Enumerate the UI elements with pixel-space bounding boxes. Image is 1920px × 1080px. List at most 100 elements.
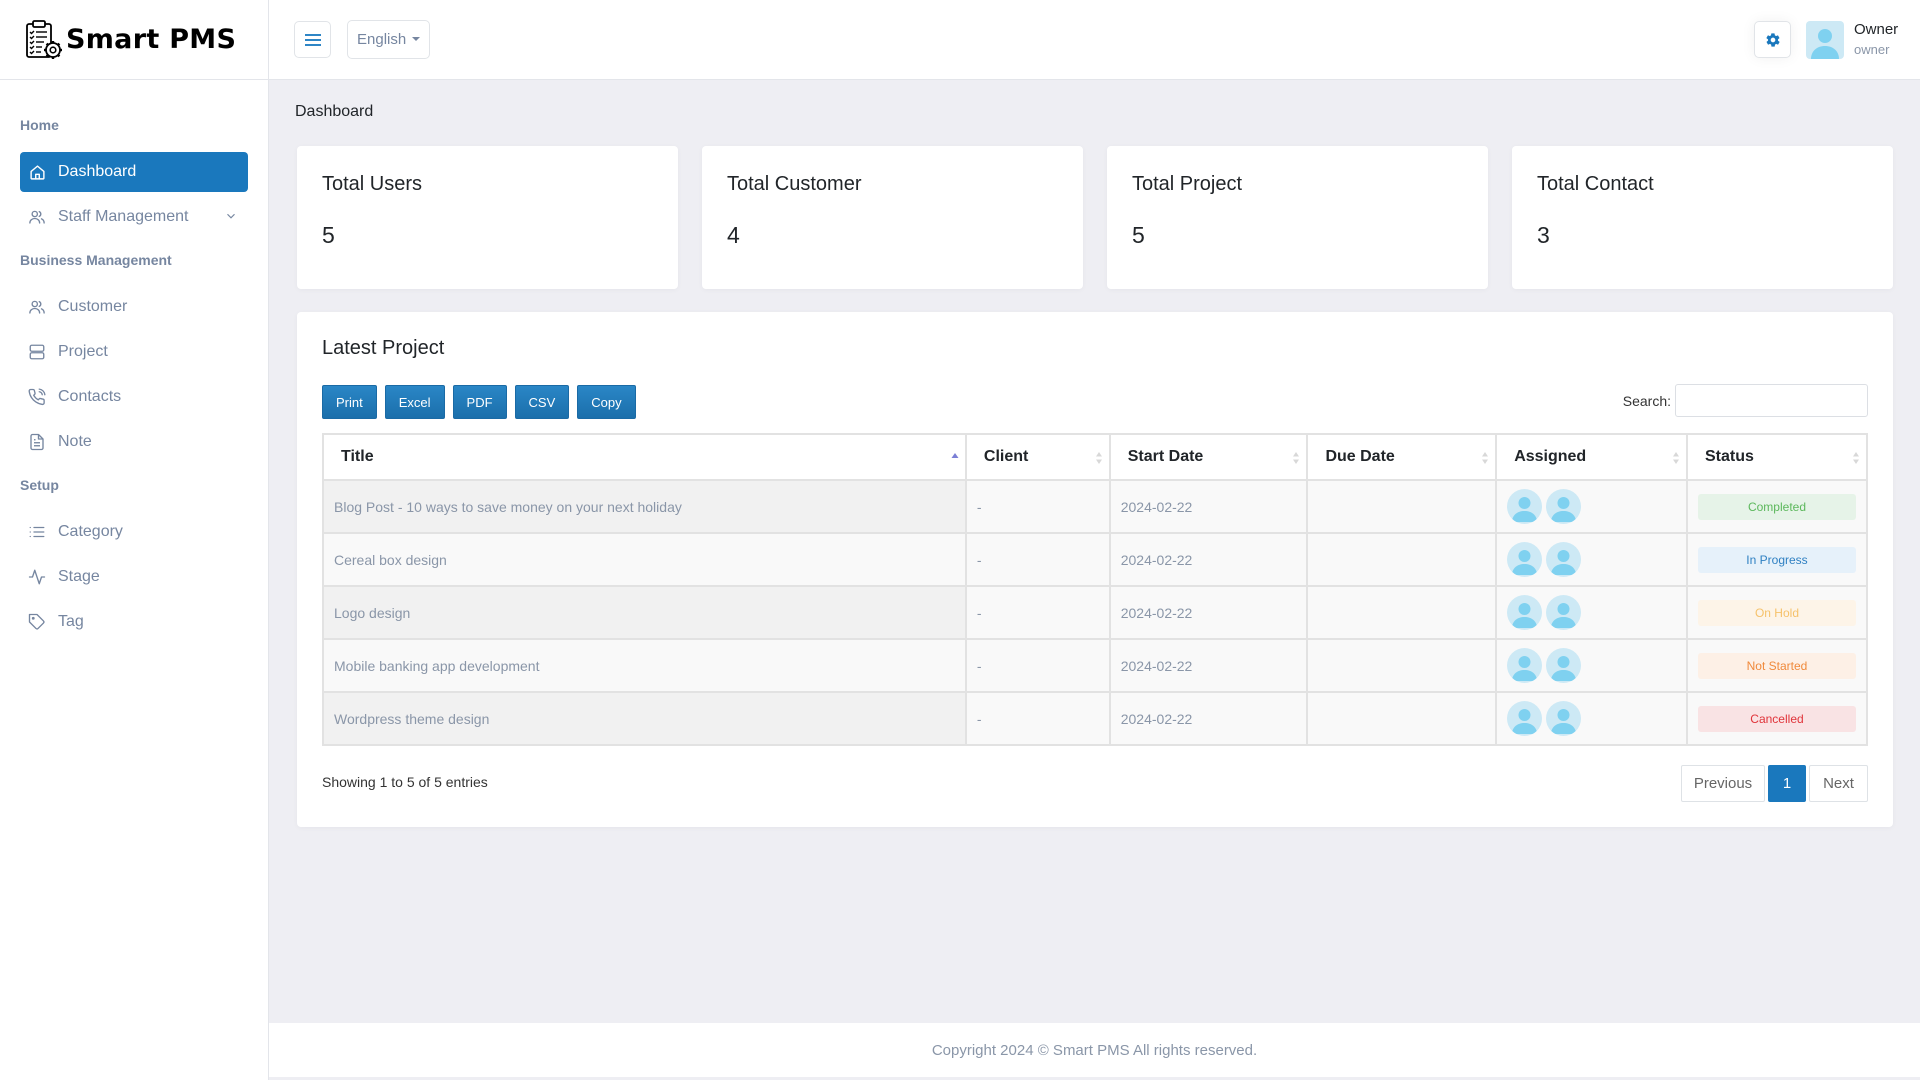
stat-label: Total Contact: [1537, 173, 1654, 195]
sidebar-item-contacts[interactable]: Contacts: [20, 377, 248, 417]
assignee-list: [1507, 542, 1686, 577]
sidebar: Smart PMS Home Dashboard Staff Managemen…: [0, 0, 269, 1080]
csv-button[interactable]: CSV: [514, 385, 570, 419]
pagination-previous[interactable]: Previous: [1681, 765, 1765, 802]
assignee-avatar[interactable]: [1546, 648, 1582, 683]
project-title[interactable]: Blog Post - 10 ways to save money on you…: [334, 499, 682, 515]
cell-due-date: [1306, 479, 1498, 534]
sidebar-item-note[interactable]: Note: [20, 422, 248, 462]
nav-section-setup: Setup: [20, 477, 59, 493]
status-badge: Completed: [1697, 493, 1856, 520]
stat-label: Total Customer: [727, 173, 862, 195]
cell-due-date: [1306, 691, 1498, 746]
search-input[interactable]: [1675, 384, 1868, 417]
table-row[interactable]: Cereal box design - 2024-02-22 In Progress: [322, 532, 1869, 587]
sidebar-item-project[interactable]: Project: [20, 332, 248, 372]
nav-section-business-management: Business Management: [20, 252, 172, 268]
column-label: Client: [983, 448, 1029, 465]
cell-title: Mobile banking app development: [322, 638, 967, 693]
sidebar-item-label: Category: [58, 523, 123, 540]
assignee-list: [1507, 648, 1686, 683]
assignee-avatar[interactable]: [1546, 701, 1582, 736]
assignee-avatar[interactable]: [1507, 595, 1543, 630]
cell-start-date: 2024-02-22: [1108, 638, 1309, 693]
sidebar-item-staff-management[interactable]: Staff Management: [20, 197, 248, 237]
sidebar-item-dashboard[interactable]: Dashboard: [20, 152, 248, 192]
copyright-text: Copyright 2024 © Smart PMS All rights re…: [931, 1041, 1258, 1059]
project-title[interactable]: Mobile banking app development: [334, 658, 539, 674]
cell-assigned: [1495, 479, 1688, 534]
sidebar-item-label: Note: [58, 433, 92, 450]
stat-value: 3: [1537, 222, 1550, 248]
cell-client: -: [964, 638, 1111, 693]
cell-due-date: [1306, 638, 1498, 693]
brand[interactable]: Smart PMS: [0, 0, 268, 80]
sort-both-icon: [1672, 452, 1679, 464]
panel-title: Latest Project: [322, 337, 445, 359]
user-avatar[interactable]: [1806, 21, 1844, 59]
print-button[interactable]: Print: [322, 385, 377, 419]
assignee-avatar[interactable]: [1507, 648, 1543, 683]
column-header-client[interactable]: Client: [964, 433, 1111, 481]
assignee-avatar[interactable]: [1546, 542, 1582, 577]
start-date-value: 2024-02-22: [1120, 604, 1193, 621]
cell-client: -: [964, 585, 1111, 640]
chevron-down-icon: [227, 213, 235, 219]
language-dropdown[interactable]: English: [347, 20, 430, 59]
stat-card-total-contact: Total Contact 3: [1512, 146, 1893, 289]
assignee-avatar[interactable]: [1546, 595, 1582, 630]
cell-start-date: 2024-02-22: [1108, 585, 1309, 640]
table-row[interactable]: Logo design - 2024-02-22 On Hold: [322, 585, 1869, 640]
stat-label: Total Project: [1132, 173, 1243, 195]
assignee-avatar[interactable]: [1507, 701, 1543, 736]
settings-button[interactable]: [1754, 21, 1791, 58]
project-title[interactable]: Wordpress theme design: [334, 711, 489, 727]
table-row[interactable]: Blog Post - 10 ways to save money on you…: [322, 479, 1869, 534]
stat-card-total-users: Total Users 5: [297, 146, 678, 289]
sidebar-toggle-button[interactable]: [294, 21, 331, 58]
column-label: Title: [341, 448, 374, 465]
top-header: English Owner owner: [269, 0, 1920, 80]
column-header-start-date[interactable]: Start Date: [1108, 433, 1309, 481]
assignee-avatar[interactable]: [1507, 489, 1543, 524]
project-title[interactable]: Cereal box design: [334, 552, 447, 568]
sidebar-item-tag[interactable]: Tag: [20, 602, 248, 642]
column-header-assigned[interactable]: Assigned: [1495, 433, 1688, 481]
column-header-due-date[interactable]: Due Date: [1306, 433, 1498, 481]
sidebar-item-customer[interactable]: Customer: [20, 287, 248, 327]
pagination: Previous 1 Next: [1681, 765, 1868, 802]
assignee-avatar[interactable]: [1507, 542, 1543, 577]
column-header-status[interactable]: Status: [1685, 433, 1869, 481]
assignee-list: [1507, 489, 1686, 524]
user-role: owner: [1854, 42, 1890, 57]
excel-button[interactable]: Excel: [384, 385, 445, 419]
start-date-value: 2024-02-22: [1120, 498, 1193, 515]
copy-button[interactable]: Copy: [577, 385, 636, 419]
sidebar-item-stage[interactable]: Stage: [20, 557, 248, 597]
user-name[interactable]: Owner: [1854, 21, 1898, 38]
cell-status: On Hold: [1685, 585, 1869, 640]
cell-status: Not Started: [1685, 638, 1869, 693]
cell-assigned: [1495, 585, 1688, 640]
sidebar-item-label: Customer: [58, 298, 128, 315]
cell-due-date: [1306, 532, 1498, 587]
table-row[interactable]: Mobile banking app development - 2024-02-2…: [322, 638, 1869, 693]
sidebar-item-category[interactable]: Category: [20, 512, 248, 552]
pagination-next[interactable]: Next: [1809, 765, 1868, 802]
assignee-avatar[interactable]: [1546, 489, 1582, 524]
column-header-title[interactable]: Title: [322, 433, 967, 481]
table-header-row: Title Client Start Date Due Date Assigne…: [322, 433, 1869, 481]
sidebar-item-label: Dashboard: [58, 163, 137, 180]
pagination-page-current[interactable]: 1: [1768, 765, 1806, 802]
client-value: -: [976, 551, 982, 568]
status-badge: Cancelled: [1697, 705, 1856, 732]
search-label: Search:: [1622, 392, 1671, 409]
project-title[interactable]: Logo design: [334, 605, 410, 621]
pdf-button[interactable]: PDF: [452, 385, 507, 419]
stat-value: 5: [322, 222, 335, 248]
activity-icon: [28, 568, 46, 586]
client-value: -: [976, 710, 982, 727]
assignee-list: [1507, 595, 1686, 630]
footer: Copyright 2024 © Smart PMS All rights re…: [269, 1023, 1920, 1077]
table-row[interactable]: Wordpress theme design - 2024-02-22 Cancell…: [322, 691, 1869, 746]
